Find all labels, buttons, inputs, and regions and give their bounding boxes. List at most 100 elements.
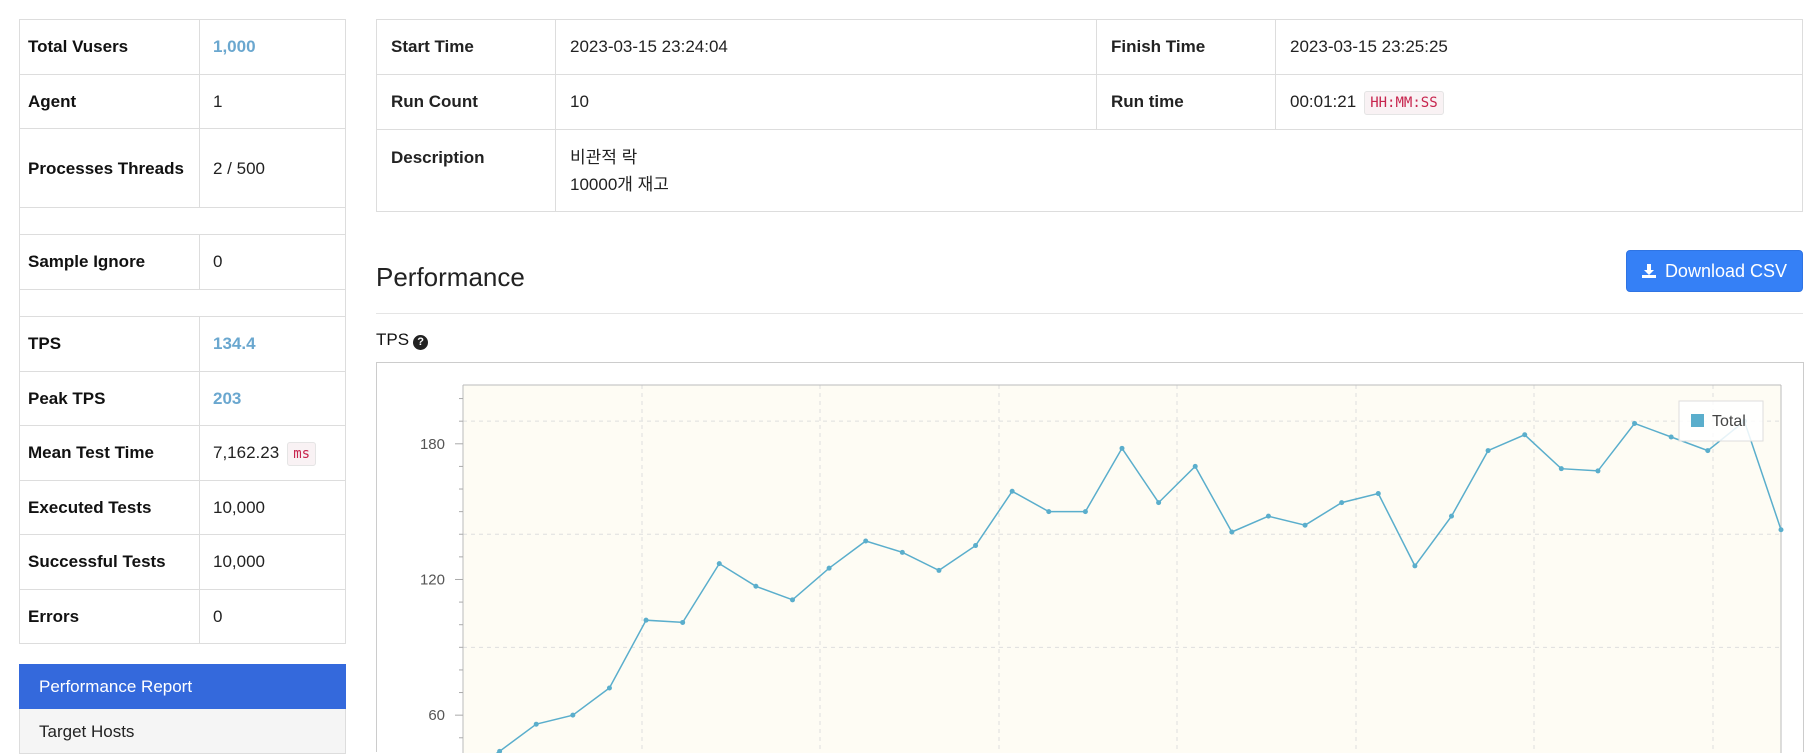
errors-label: Errors [19,589,200,644]
total-vusers-label: Total Vusers [19,19,200,75]
tps-label: TPS [19,316,200,372]
spacer-row [19,289,346,317]
description-value: 비관적 락 10000개 재고 [555,129,1803,212]
row-run: Run Count 10 Run time 00:01:21 HH:MM:SS [376,74,1803,130]
tps-chart-label: TPS? [376,330,429,350]
run-count-value: 10 [555,74,1097,130]
summary-panel: Total Vusers 1,000 Agent 1 Processes Thr… [19,19,346,644]
data-point [716,561,722,567]
data-point [1668,434,1674,440]
peak-tps-label: Peak TPS [19,371,200,426]
errors-value: 0 [199,589,346,644]
run-time-label: Run time [1096,74,1276,130]
data-point [1558,466,1564,472]
y-tick-label: 180 [420,436,445,453]
start-time-label: Start Time [376,19,556,75]
menu-item-target-hosts[interactable]: Target Hosts [19,709,346,754]
agent-value: 1 [199,74,346,129]
total-vusers-value: 1,000 [199,19,346,75]
data-point [1265,513,1271,519]
plot-area [463,385,1781,753]
data-point [1632,420,1638,426]
row-mean-test-time: Mean Test Time 7,162.23 ms [19,425,346,481]
description-line-1: 비관적 락 [570,148,638,167]
data-point [1449,513,1454,519]
tps-chart: 60 120 180 Total [420,384,1784,753]
menu-item-performance-report[interactable]: Performance Report [19,664,346,709]
agent-label: Agent [19,74,200,129]
row-agent: Agent 1 [19,74,346,129]
question-circle-icon[interactable]: ? [413,335,429,350]
mean-test-time-value: 7,162.23 [213,443,280,462]
row-processes-threads: Processes Threads 2 / 500 [19,128,346,208]
data-point [1009,488,1015,494]
y-tick-label: 60 [428,707,445,724]
tps-chart-container: 60 120 180 Total [376,362,1804,753]
run-count-label: Run Count [376,74,556,130]
start-time-value: 2023-03-15 23:24:04 [555,19,1097,75]
mean-test-time-cell: 7,162.23 ms [199,425,346,481]
run-time-cell: 00:01:21 HH:MM:SS [1275,74,1803,130]
row-sample-ignore: Sample Ignore 0 [19,234,346,290]
data-point [1375,491,1381,497]
test-info-panel: Start Time 2023-03-15 23:24:04 Finish Ti… [376,19,1803,212]
sample-ignore-label: Sample Ignore [19,234,200,290]
tps-chart-label-text: TPS [376,330,410,349]
data-point [936,567,942,573]
data-point [973,543,979,549]
finish-time-value: 2023-03-15 23:25:25 [1275,19,1803,75]
spacer-cell [19,207,346,235]
executed-tests-label: Executed Tests [19,480,200,535]
data-point [1082,509,1088,515]
successful-tests-value: 10,000 [199,534,346,590]
sample-ignore-value: 0 [199,234,346,290]
download-csv-label: Download CSV [1664,261,1787,281]
processes-threads-value: 2 / 500 [199,128,346,208]
description-label: Description [376,129,556,212]
data-point [570,712,576,718]
run-time-format-tag: HH:MM:SS [1364,91,1444,115]
download-csv-button[interactable]: Download CSV [1625,250,1803,292]
data-point [753,583,759,589]
data-point [1485,448,1491,454]
row-description: Description 비관적 락 10000개 재고 [376,129,1803,212]
data-point [1778,527,1784,533]
data-point [790,597,795,603]
row-errors: Errors 0 [19,589,346,644]
tps-value: 134.4 [199,316,346,372]
processes-threads-label: Processes Threads [19,128,200,208]
data-point [1046,509,1052,515]
executed-tests-value: 10,000 [199,480,346,535]
peak-tps-value: 203 [199,371,346,426]
data-point [1192,463,1198,469]
data-point [1412,563,1418,569]
successful-tests-label: Successful Tests [19,534,200,590]
description-line-2: 10000개 재고 [570,175,669,194]
summary-table: Total Vusers 1,000 Agent 1 Processes Thr… [19,19,346,644]
data-point [1302,522,1308,528]
legend-swatch [1691,414,1704,427]
data-point [1522,432,1528,438]
row-peak-tps: Peak TPS 203 [19,371,346,426]
finish-time-label: Finish Time [1096,19,1276,75]
y-tick-label: 120 [420,571,445,588]
data-point [643,617,649,623]
legend-label: Total [1712,413,1746,430]
performance-title: Performance [376,262,525,292]
data-point [899,549,905,555]
data-point [863,538,869,544]
row-times: Start Time 2023-03-15 23:24:04 Finish Ti… [376,19,1803,75]
data-point [533,721,539,727]
row-executed-tests: Executed Tests 10,000 [19,480,346,535]
data-point [1705,448,1711,454]
row-tps: TPS 134.4 [19,316,346,372]
mean-test-time-label: Mean Test Time [19,425,200,481]
spacer-cell [19,289,346,317]
ms-unit-tag: ms [287,442,317,466]
run-time-value: 00:01:21 [1290,92,1357,111]
data-point [680,619,686,625]
row-total-vusers: Total Vusers 1,000 [19,19,346,75]
data-point [1229,529,1235,535]
test-info-table: Start Time 2023-03-15 23:24:04 Finish Ti… [376,19,1803,212]
performance-header: Performance Download CSV [376,246,1803,314]
